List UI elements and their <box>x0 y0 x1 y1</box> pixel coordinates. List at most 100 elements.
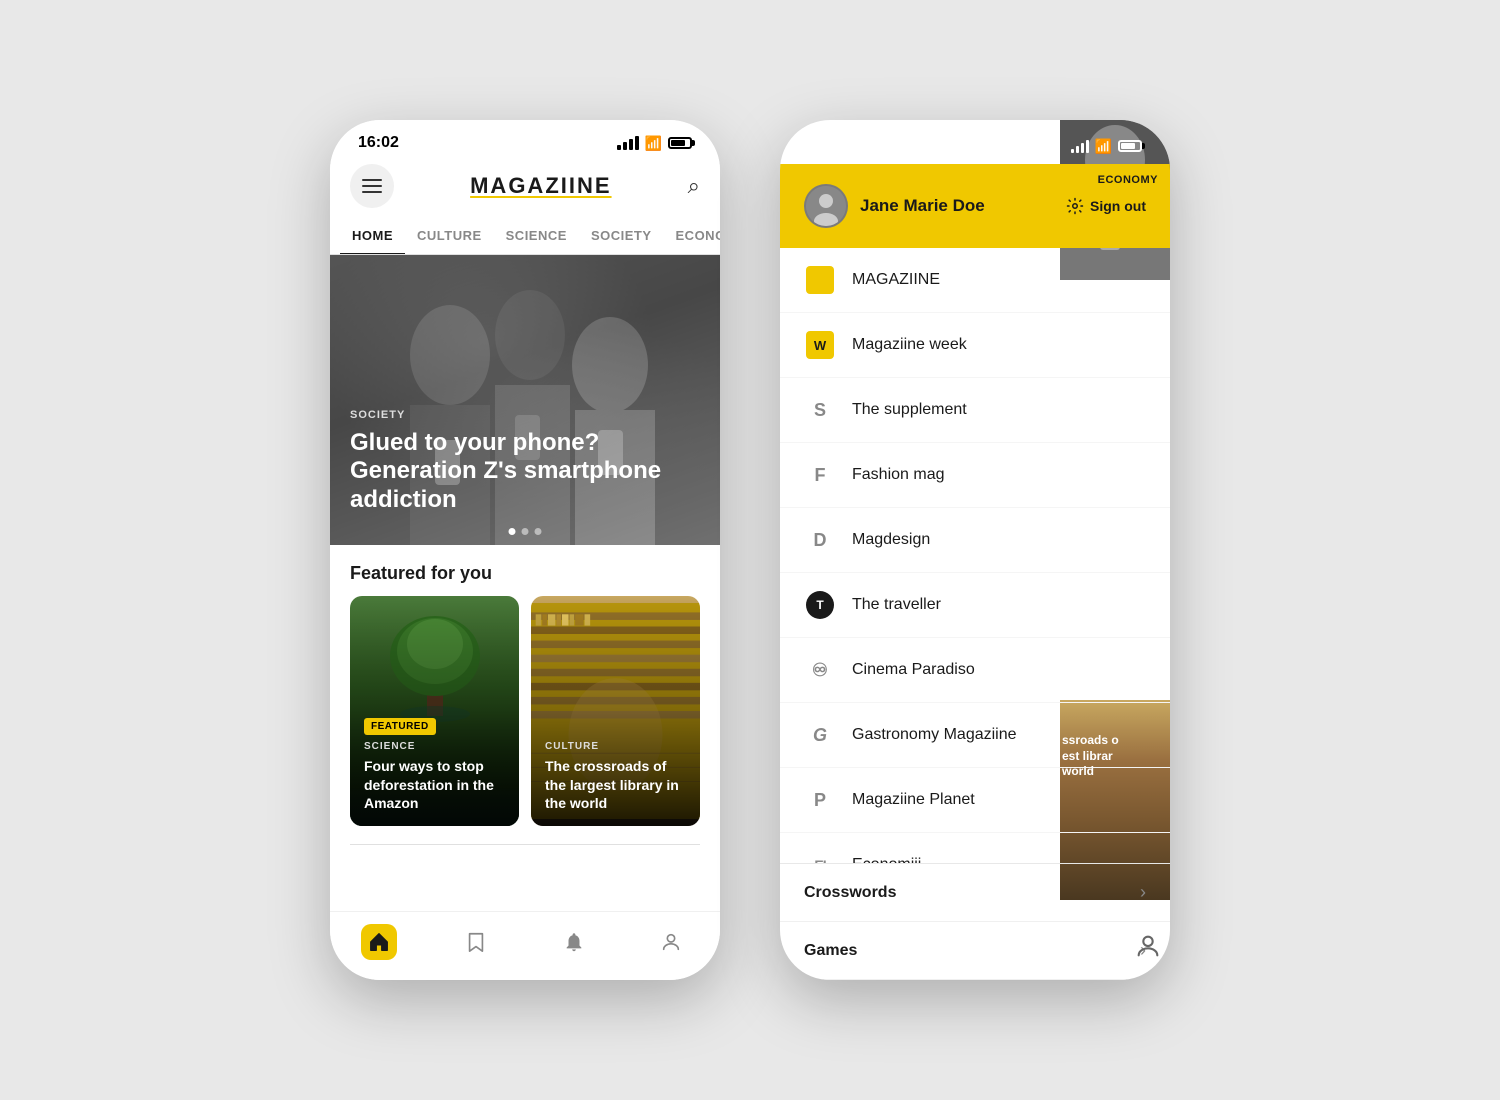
card-title-2: The crossroads of the largest library in… <box>545 757 686 812</box>
menu-item-crosswords[interactable]: Crosswords › <box>780 864 1170 922</box>
economy-tab-visible: ECONOMY <box>1098 174 1158 186</box>
sign-out-button[interactable]: Sign out <box>1066 197 1146 215</box>
peek-person-icon <box>1134 932 1162 960</box>
menu-wifi-icon: 📶 <box>1095 138 1112 155</box>
phone-content: SOCIETY Glued to your phone? Generation … <box>330 255 720 911</box>
hero-dots <box>509 528 542 535</box>
supplement-icon: S <box>804 394 836 426</box>
planet-icon: P <box>804 784 836 816</box>
bottom-nav <box>330 911 720 980</box>
search-button[interactable]: ⌕ <box>688 173 700 199</box>
featured-card-amazon[interactable]: FEATURED SCIENCE Four ways to stop defor… <box>350 596 519 826</box>
signal-bars-icon <box>617 136 639 150</box>
card-category-2: CULTURE <box>545 741 686 752</box>
menu-item-cinema[interactable]: ♾ Cinema Paradiso <box>780 638 1170 703</box>
menu-main-content: 📶 Jane Marie Doe <box>780 120 1170 980</box>
card-content-2: CULTURE The crossroads of the largest li… <box>545 741 686 812</box>
phone-right: ssroads oest librarworld 📶 <box>780 120 1170 980</box>
tab-society[interactable]: SOCIETY <box>579 218 664 254</box>
magaziine-icon <box>804 264 836 296</box>
chevron-right-icon: › <box>1140 882 1146 903</box>
status-bar-left: 16:02 📶 <box>330 120 720 158</box>
nav-item-bookmarks[interactable] <box>458 924 494 960</box>
menu-label-traveller: The traveller <box>852 596 941 614</box>
nav-item-home[interactable] <box>361 924 397 960</box>
menu-list: MAGAZIINE W Magaziine week S <box>780 248 1170 863</box>
user-avatar <box>804 184 848 228</box>
economiii-icon: EI <box>804 849 836 863</box>
fashion-icon: F <box>804 459 836 491</box>
user-info: Jane Marie Doe <box>804 184 985 228</box>
battery-icon <box>668 137 692 149</box>
hamburger-menu-button[interactable] <box>350 164 394 208</box>
gastronomy-icon: G <box>804 719 836 751</box>
app-header: MAGAZIINE ⌕ <box>330 158 720 218</box>
menu-label-planet: Magaziine Planet <box>852 791 975 809</box>
menu-label-fashion: Fashion mag <box>852 466 945 484</box>
user-name: Jane Marie Doe <box>860 196 985 216</box>
menu-item-gastronomy[interactable]: G Gastronomy Magaziine <box>780 703 1170 768</box>
menu-item-magdesign[interactable]: D Magdesign <box>780 508 1170 573</box>
menu-label-supplement: The supplement <box>852 401 967 419</box>
hero-category: SOCIETY <box>350 409 700 421</box>
menu-signal-icon <box>1071 140 1089 153</box>
menu-item-planet[interactable]: P Magaziine Planet <box>780 768 1170 833</box>
status-time: 16:02 <box>358 134 399 152</box>
nav-tabs: HOME CULTURE SCIENCE SOCIETY ECONOMY <box>330 218 720 255</box>
person-icon <box>653 924 689 960</box>
menu-item-traveller[interactable]: T The traveller <box>780 573 1170 638</box>
menu-item-economiii[interactable]: EI Economiii <box>780 833 1170 863</box>
menu-label-gastronomy: Gastronomy Magaziine <box>852 726 1017 744</box>
sign-out-label: Sign out <box>1090 198 1146 214</box>
card-content-1: FEATURED SCIENCE Four ways to stop defor… <box>364 716 505 812</box>
bell-icon <box>556 924 592 960</box>
hero-dot-2[interactable] <box>522 528 529 535</box>
featured-cards-row: FEATURED SCIENCE Four ways to stop defor… <box>330 596 720 826</box>
menu-item-magaziine[interactable]: MAGAZIINE <box>780 248 1170 313</box>
menu-battery-icon <box>1118 140 1142 152</box>
hero-dot-1[interactable] <box>509 528 516 535</box>
crosswords-label: Crosswords <box>804 884 896 902</box>
tab-economy[interactable]: ECONOMY <box>664 218 720 254</box>
menu-bottom-items: Crosswords › Games › <box>780 863 1170 980</box>
nav-item-profile[interactable] <box>653 924 689 960</box>
tab-science[interactable]: SCIENCE <box>494 218 579 254</box>
games-label: Games <box>804 942 857 960</box>
menu-item-supplement[interactable]: S The supplement <box>780 378 1170 443</box>
card-category-1: SCIENCE <box>364 741 505 752</box>
menu-item-games[interactable]: Games › <box>780 922 1170 980</box>
hero-dot-3[interactable] <box>535 528 542 535</box>
menu-item-week[interactable]: W Magaziine week <box>780 313 1170 378</box>
home-icon <box>361 924 397 960</box>
status-icons: 📶 <box>617 135 692 152</box>
section-divider <box>350 844 700 845</box>
hero-section: SOCIETY Glued to your phone? Generation … <box>330 255 720 545</box>
wifi-icon: 📶 <box>645 135 662 152</box>
menu-label-magaziine: MAGAZIINE <box>852 271 940 289</box>
gear-icon <box>1066 197 1084 215</box>
nav-item-notifications[interactable] <box>556 924 592 960</box>
tab-culture[interactable]: CULTURE <box>405 218 494 254</box>
menu-item-fashion[interactable]: F Fashion mag <box>780 443 1170 508</box>
menu-label-week: Magaziine week <box>852 336 967 354</box>
hero-title: Glued to your phone? Generation Z's smar… <box>350 429 700 515</box>
card-badge-featured: FEATURED <box>364 718 436 735</box>
grid-icon <box>809 273 831 287</box>
cinema-icon: ♾ <box>804 654 836 686</box>
tab-home[interactable]: HOME <box>340 218 405 255</box>
hero-content: SOCIETY Glued to your phone? Generation … <box>350 409 700 515</box>
week-icon: W <box>804 329 836 361</box>
card-title-1: Four ways to stop deforestation in the A… <box>364 757 505 812</box>
menu-label-economiii: Economiii <box>852 856 921 863</box>
logo: MAGAZIINE <box>470 173 611 199</box>
menu-label-magdesign: Magdesign <box>852 531 930 549</box>
phone-left: 16:02 📶 MAGAZIINE ⌕ HOME CULTURE SCIENCE… <box>330 120 720 980</box>
menu-label-cinema: Cinema Paradiso <box>852 661 975 679</box>
bookmark-icon <box>458 924 494 960</box>
featured-section-title: Featured for you <box>330 545 720 596</box>
menu-items-list: MAGAZIINE W Magaziine week S <box>780 248 1170 863</box>
magdesign-icon: D <box>804 524 836 556</box>
traveller-icon: T <box>804 589 836 621</box>
menu-status-icons: 📶 <box>1071 138 1142 155</box>
featured-card-library[interactable]: CULTURE The crossroads of the largest li… <box>531 596 700 826</box>
